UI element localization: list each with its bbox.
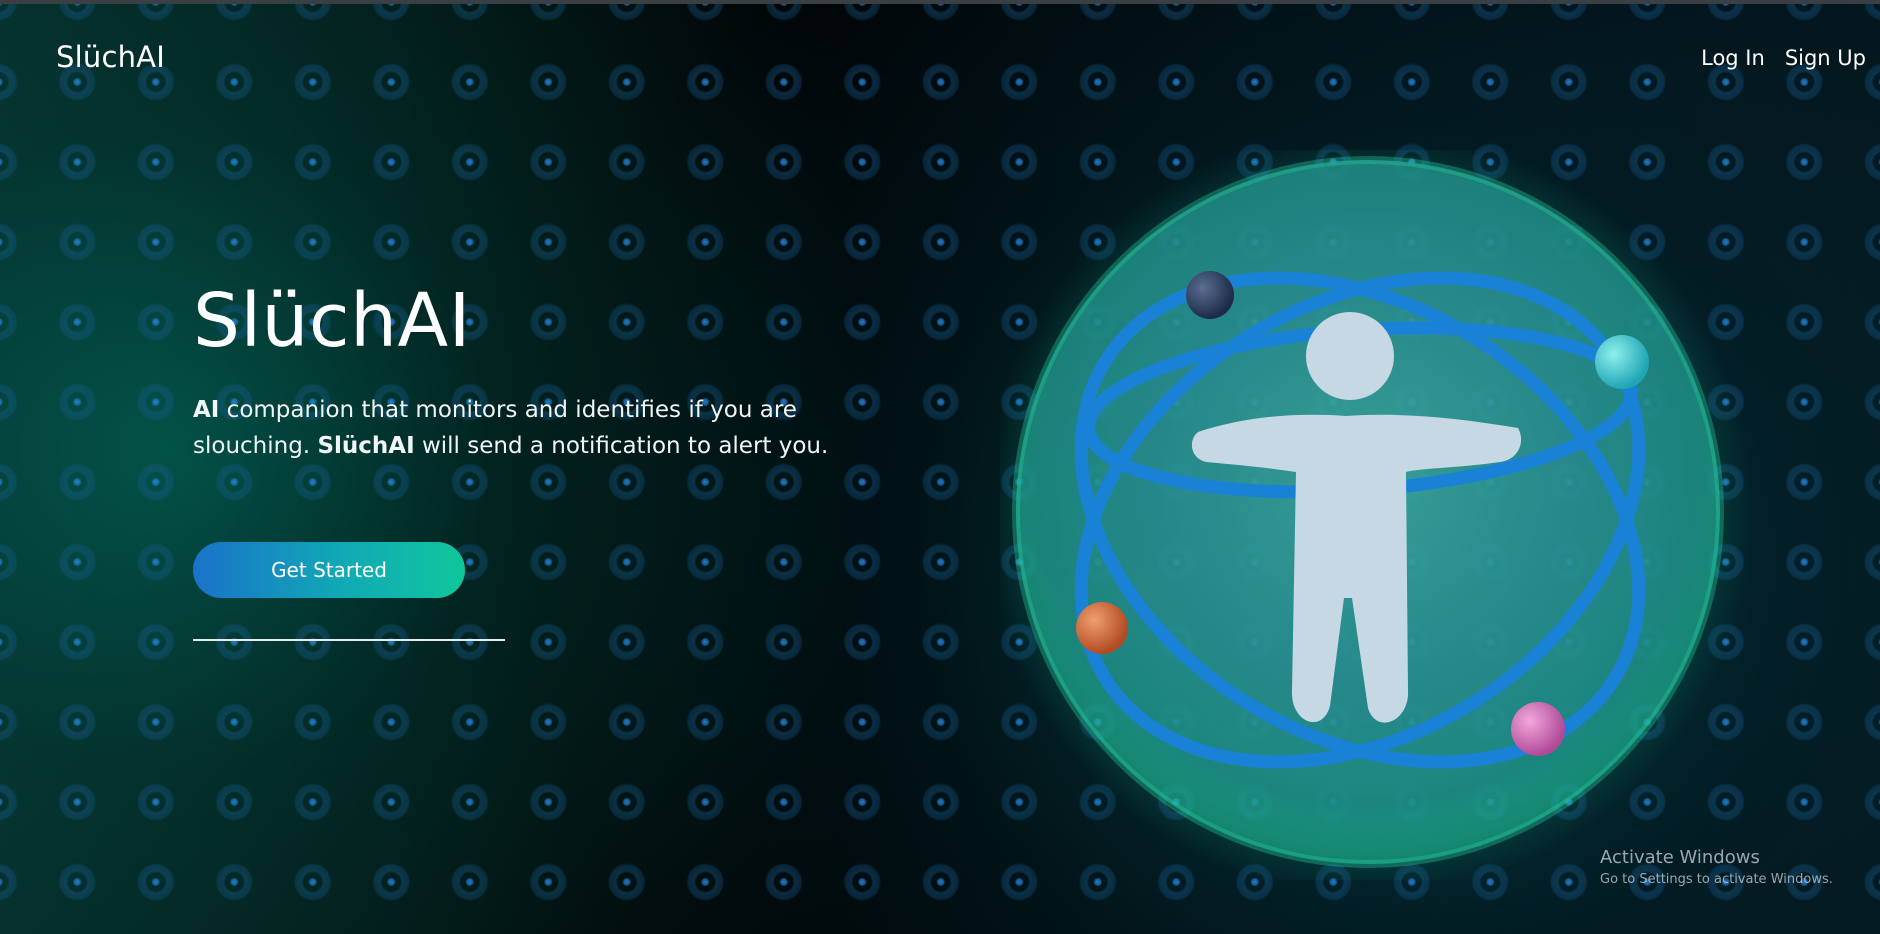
hero-desc-text-2: will send a notification to alert you. — [414, 433, 829, 459]
hero-section: SlüchAI AI companion that monitors and i… — [193, 276, 833, 487]
hero-divider — [193, 639, 505, 641]
get-started-button[interactable]: Get Started — [193, 542, 465, 598]
hero-description: AI companion that monitors and identifie… — [193, 392, 833, 464]
orbit-ball-orange — [1076, 602, 1128, 654]
orbit-ball-pink — [1511, 702, 1565, 756]
nav-links: Log In Sign Up — [1701, 46, 1866, 70]
watermark-subtitle: Go to Settings to activate Windows. — [1600, 872, 1833, 887]
hero-desc-bold-ai: AI — [193, 397, 220, 423]
signup-link[interactable]: Sign Up — [1785, 46, 1866, 70]
brand-logo-text[interactable]: SlüchAI — [56, 40, 165, 74]
hero-title: SlüchAI — [193, 278, 471, 364]
orbit-ball-cyan — [1595, 335, 1649, 389]
posture-atom-icon — [1000, 150, 1753, 880]
hero-desc-bold-brand: SlüchAI — [317, 433, 415, 459]
login-link[interactable]: Log In — [1701, 46, 1765, 70]
watermark-title: Activate Windows — [1600, 847, 1760, 868]
windows-activation-watermark: Activate Windows Go to Settings to activ… — [1600, 847, 1833, 887]
top-border — [0, 0, 1880, 4]
orbit-ball-navy — [1186, 271, 1234, 319]
